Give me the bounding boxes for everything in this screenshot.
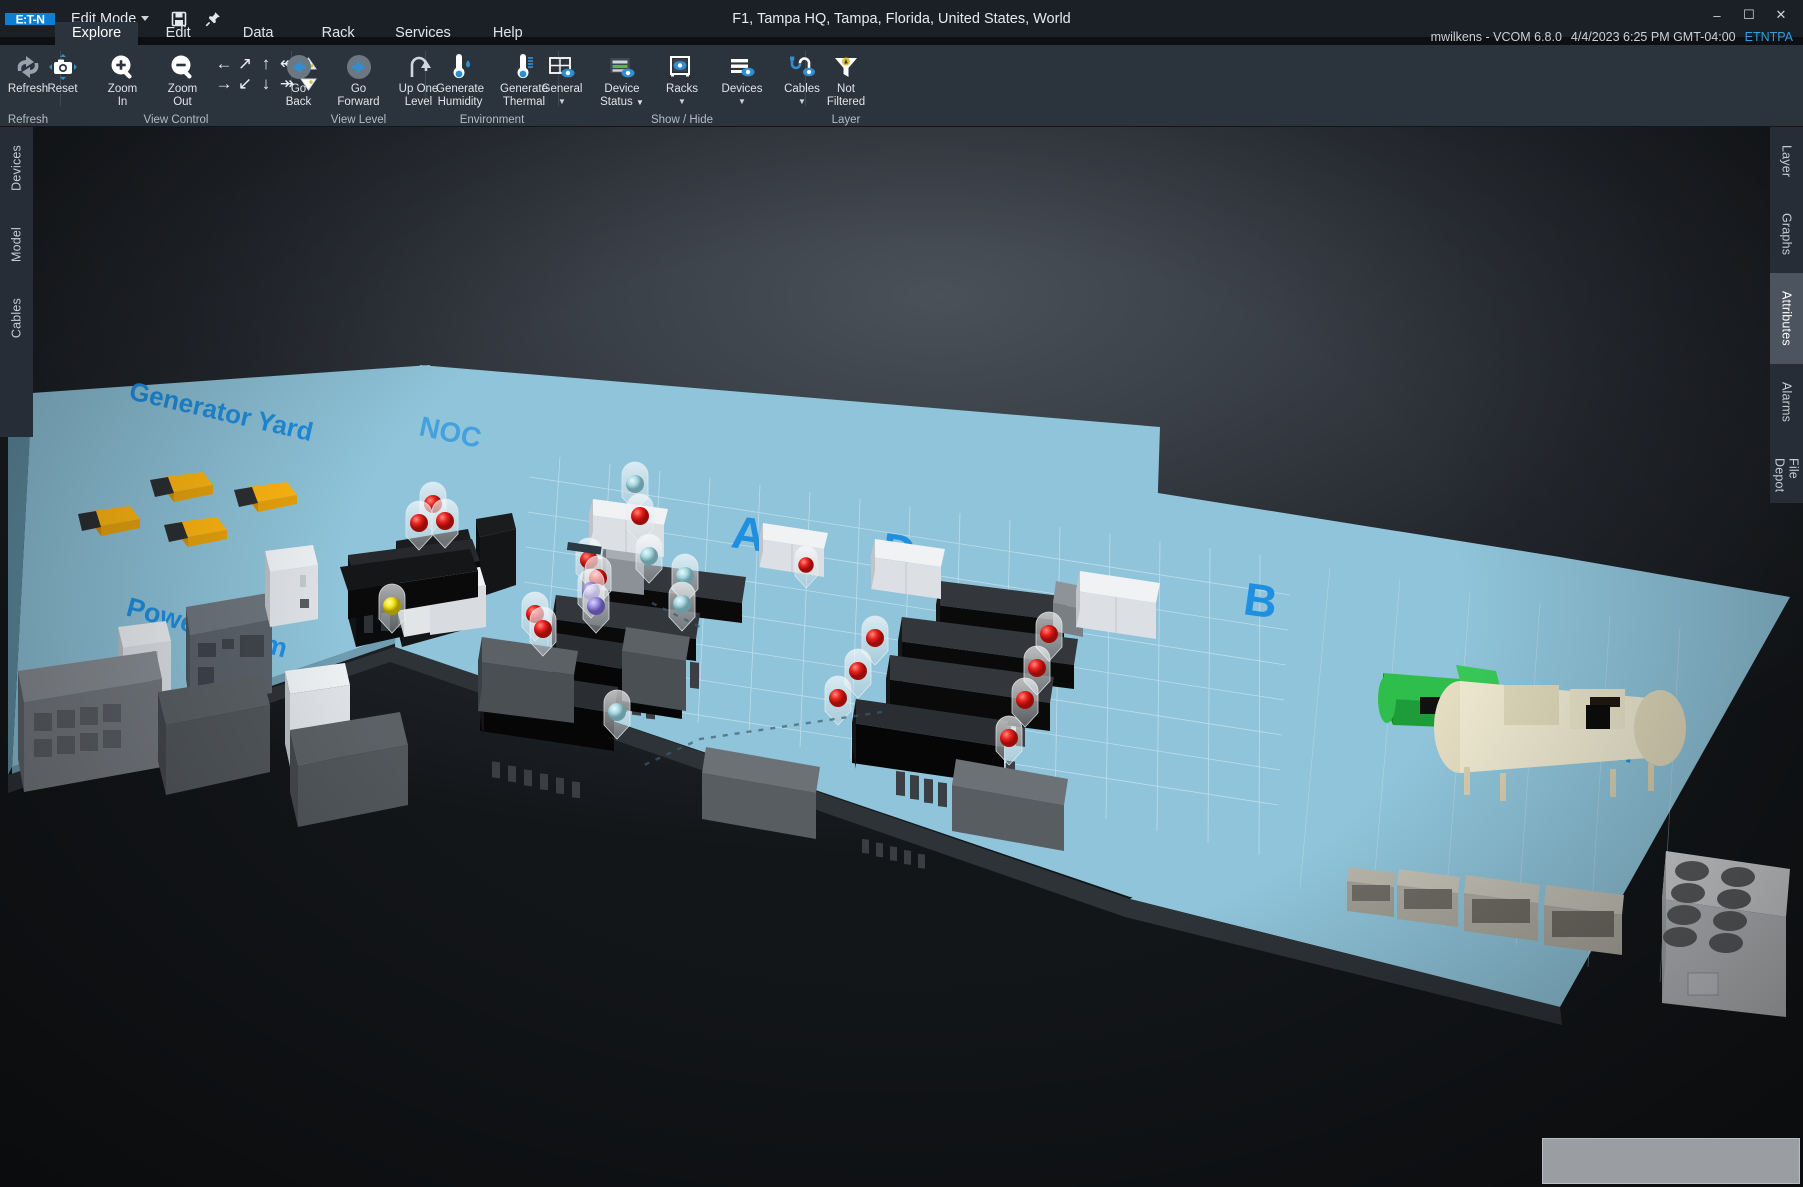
- go-back-label: GoBack: [286, 83, 312, 108]
- arrow-forward-circle-icon: [344, 51, 374, 81]
- tab-rack[interactable]: Rack: [298, 22, 378, 45]
- status-timestamp: 4/4/2023 6:25 PM GMT-04:00: [1571, 30, 1736, 44]
- devices-eye-icon: [727, 51, 757, 81]
- reset-label: Reset: [47, 83, 77, 96]
- sidebar-item-graphs[interactable]: Graphs: [1770, 195, 1803, 273]
- show-hide-device-status-button[interactable]: DeviceStatus ▼: [593, 49, 651, 111]
- show-hide-racks-button[interactable]: Racks ▼: [653, 49, 711, 108]
- ribbon-group-show-hide: General ▼ DeviceStatus: [563, 45, 801, 127]
- pan-up-right-icon[interactable]: ↗: [235, 55, 255, 74]
- go-forward-label: GoForward: [337, 83, 379, 108]
- zoom-out-label: ZoomOut: [168, 83, 197, 108]
- sidebar-item-alarms[interactable]: Alarms: [1770, 364, 1803, 440]
- device-status-eye-icon: [607, 51, 637, 81]
- eaton-logo: E:T-N: [0, 0, 55, 37]
- zoom-out-button[interactable]: ZoomOut: [154, 49, 212, 110]
- show-hide-general-label: General: [542, 83, 583, 96]
- show-hide-racks-label: Racks: [666, 83, 698, 96]
- ribbon-tab-strip: Explore Edit Data Rack Services Help: [55, 21, 548, 45]
- equipment-block: [478, 637, 578, 723]
- status-line: mwilkens - VCOM 6.8.0 4/4/2023 6:25 PM G…: [1431, 30, 1793, 44]
- filter-funnel-icon: [831, 51, 861, 81]
- ribbon-toolbar: Refresh Refresh: [0, 45, 1803, 127]
- show-hide-general-button[interactable]: General ▼: [533, 49, 591, 108]
- group-label-view-control: View Control: [65, 114, 287, 126]
- equipment-block: [290, 712, 408, 827]
- 3d-floorplan-viewport[interactable]: Generator Yard Power Room NOC A D B Conf…: [0, 127, 1803, 1187]
- minimize-button[interactable]: –: [1703, 4, 1731, 26]
- office-cabinet: [1076, 571, 1160, 639]
- close-button[interactable]: ✕: [1767, 4, 1795, 26]
- chiller-unit[interactable]: [1662, 851, 1790, 1017]
- zoom-in-label: ZoomIn: [108, 83, 137, 108]
- chevron-down-icon[interactable]: ▼: [678, 98, 686, 106]
- pan-left-icon[interactable]: ←: [214, 55, 234, 74]
- chevron-down-icon[interactable]: ▼: [558, 98, 566, 106]
- humidity-icon: [445, 51, 475, 81]
- layer-filter-label: NotFiltered: [827, 83, 865, 108]
- go-back-button[interactable]: GoBack: [270, 49, 328, 110]
- window-controls: – ☐ ✕: [1703, 4, 1795, 26]
- chevron-down-icon[interactable]: ▼: [738, 98, 746, 106]
- rack-eye-icon: [667, 51, 697, 81]
- group-label-show-hide: Show / Hide: [563, 114, 801, 126]
- pan-right-icon[interactable]: →: [214, 75, 234, 94]
- crac-unit: [1397, 869, 1460, 927]
- status-user-version: mwilkens - VCOM 6.8.0: [1431, 30, 1562, 44]
- group-label-environment: Environment: [430, 114, 554, 126]
- crac-unit: [1464, 875, 1540, 941]
- sidebar-item-devices[interactable]: Devices: [0, 127, 33, 209]
- zoom-in-icon: [108, 51, 138, 81]
- go-forward-button[interactable]: GoForward: [330, 49, 388, 110]
- reset-view-button[interactable]: Reset: [34, 49, 92, 98]
- ribbon-group-view-level: GoBack GoForward: [296, 45, 421, 127]
- generate-humidity-label: GenerateHumidity: [436, 83, 484, 108]
- right-sidebar: Layer Graphs Attributes Alarms File Depo…: [1770, 127, 1803, 503]
- equipment-block: [158, 675, 270, 795]
- svg-text:E:T-N: E:T-N: [15, 12, 44, 26]
- sidebar-item-model[interactable]: Model: [0, 209, 33, 280]
- sidebar-item-layer[interactable]: Layer: [1770, 127, 1803, 195]
- 3d-scene[interactable]: Generator Yard Power Room NOC A D B Conf…: [0, 127, 1803, 1187]
- group-label-refresh: Refresh: [0, 114, 56, 126]
- sidebar-item-file-depot[interactable]: File Depot: [1770, 440, 1803, 510]
- general-grid-eye-icon: [547, 51, 577, 81]
- status-site-code[interactable]: ETNTPA: [1745, 30, 1793, 44]
- arrow-back-circle-icon: [284, 51, 314, 81]
- sidebar-item-attributes[interactable]: Attributes: [1770, 273, 1803, 364]
- crac-unit: [1544, 885, 1624, 955]
- tab-services[interactable]: Services: [378, 22, 468, 45]
- tab-edit[interactable]: Edit: [138, 22, 218, 45]
- layer-filter-button[interactable]: NotFiltered: [815, 49, 877, 110]
- power-cabinet: [265, 545, 318, 627]
- zoom-in-button[interactable]: ZoomIn: [94, 49, 152, 110]
- camera-reset-icon: [48, 51, 78, 81]
- ribbon-group-layer: NotFiltered Layer: [810, 45, 882, 127]
- zoom-out-icon: [168, 51, 198, 81]
- generate-humidity-button[interactable]: GenerateHumidity: [429, 49, 491, 110]
- pan-down-left-icon[interactable]: ↙: [235, 75, 255, 94]
- crac-unit: [1347, 867, 1396, 917]
- left-sidebar: Devices Model Cables: [0, 127, 33, 437]
- group-label-layer: Layer: [810, 114, 882, 126]
- show-hide-device-status-label: DeviceStatus ▼: [600, 83, 644, 109]
- switchgear-lineup: [18, 651, 162, 792]
- tab-help[interactable]: Help: [468, 22, 548, 45]
- sidebar-item-cables[interactable]: Cables: [0, 280, 33, 356]
- group-label-view-level: View Level: [296, 114, 421, 126]
- chevron-down-icon[interactable]: ▼: [798, 98, 806, 106]
- equipment-block: [622, 627, 690, 711]
- show-hide-devices-label: Devices: [722, 83, 763, 96]
- show-hide-devices-button[interactable]: Devices ▼: [713, 49, 771, 108]
- ribbon-group-view-control: Reset ZoomIn: [65, 45, 287, 127]
- tab-explore[interactable]: Explore: [55, 22, 138, 45]
- bottom-right-panel[interactable]: [1542, 1138, 1800, 1184]
- maximize-button[interactable]: ☐: [1735, 4, 1763, 26]
- office-cabinet: [871, 539, 945, 599]
- tab-data[interactable]: Data: [218, 22, 298, 45]
